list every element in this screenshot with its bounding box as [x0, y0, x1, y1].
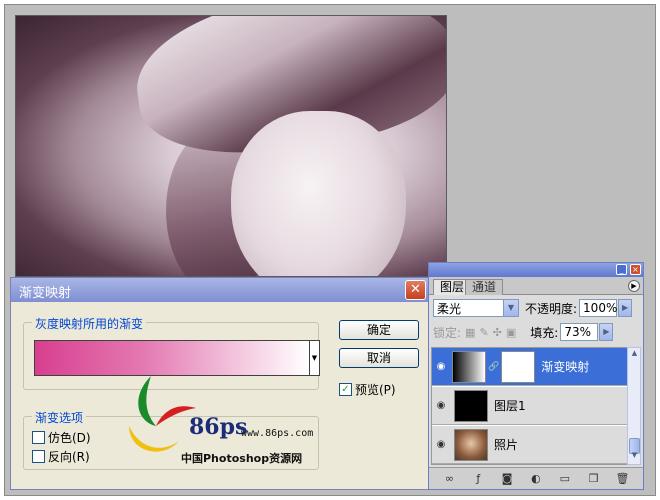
gradient-group-label: 灰度映射所用的渐变 [32, 315, 147, 332]
lock-row: 锁定: ▦ ✎ ✣ ▣ 填充: 73% ▶ [433, 323, 614, 341]
scroll-down-icon[interactable]: ▼ [629, 451, 640, 463]
close-icon[interactable]: × [630, 264, 641, 275]
fill-slider-arrow-icon[interactable]: ▶ [599, 323, 614, 341]
panel-menu-icon[interactable]: ▶ [628, 280, 640, 292]
lock-label: 锁定: [433, 325, 462, 340]
lock-all-icon[interactable]: ▣ [506, 326, 516, 339]
panel-tabs: 图层 通道 ▶ [429, 277, 643, 295]
watermark-caption: 中国Photoshop资源网 [181, 452, 303, 465]
layer-row[interactable]: ◉ 图层1 [432, 387, 628, 425]
watermark: 86ps www.86ps.com 中国Photoshop资源网 [121, 366, 331, 466]
layers-footer: ∞ ƒ ◙ ◐ ▭ ❐ 🗑 [429, 467, 643, 489]
lock-move-icon[interactable]: ✣ [493, 326, 502, 339]
layer-mask-thumbnail[interactable] [501, 350, 536, 383]
photo-thumbnail [454, 428, 488, 461]
cancel-button[interactable]: 取消 [339, 348, 419, 368]
layers-list: ◉ 🔗 渐变映射 ◉ 图层1 ◉ 照片 [431, 347, 629, 465]
fill-input[interactable]: 73% [560, 323, 599, 341]
dither-label: 仿色(D) [48, 431, 91, 445]
reverse-checkbox-row[interactable]: 反向(R) [32, 448, 90, 465]
opacity-label: 不透明度: [525, 301, 578, 316]
layer-name: 渐变映射 [541, 360, 590, 374]
layers-panel: _ × 图层 通道 ▶ 柔光 ▼ 不透明度: 100% ▶ 锁定: ▦ ✎ ✣ … [428, 262, 644, 490]
layer-thumbnail [454, 389, 488, 422]
close-icon[interactable]: ✕ [405, 280, 426, 300]
fx-icon[interactable]: ƒ [471, 471, 486, 486]
scroll-up-icon[interactable]: ▲ [629, 349, 640, 361]
reverse-checkbox[interactable] [32, 450, 45, 463]
blend-row: 柔光 ▼ 不透明度: 100% ▶ [433, 299, 633, 317]
dither-checkbox-row[interactable]: 仿色(D) [32, 429, 91, 446]
layer-row[interactable]: ◉ 🔗 渐变映射 [432, 348, 628, 386]
eye-icon[interactable]: ◉ [432, 439, 450, 450]
eye-icon[interactable]: ◉ [432, 361, 450, 372]
watermark-logo-text: 86ps [189, 414, 248, 440]
group-icon[interactable]: ▭ [557, 471, 572, 486]
layer-row[interactable]: ◉ 照片 [432, 426, 628, 464]
fill-value: 73% [564, 325, 592, 339]
fill-label: 填充: [530, 325, 559, 340]
chain-link-icon[interactable]: 🔗 [488, 362, 499, 372]
minimize-icon[interactable]: _ [616, 264, 627, 275]
photo-face [231, 111, 406, 276]
eye-icon[interactable]: ◉ [432, 400, 450, 411]
link-icon[interactable]: ∞ [442, 471, 457, 486]
image-canvas[interactable] [15, 15, 447, 277]
reverse-label: 反向(R) [48, 450, 90, 464]
lock-brush-icon[interactable]: ✎ [479, 326, 488, 339]
layers-scrollbar[interactable]: ▲ ▼ [627, 347, 641, 465]
ok-button[interactable]: 确定 [339, 320, 419, 340]
gradient-adjustment-thumbnail [452, 350, 486, 383]
panel-title-bar[interactable]: _ × [429, 263, 643, 277]
dither-checkbox[interactable] [32, 431, 45, 444]
preview-label: 预览(P) [355, 383, 396, 397]
opacity-input[interactable]: 100% [579, 299, 617, 317]
chevron-down-icon[interactable]: ▼ [503, 300, 518, 316]
dialog-title-bar[interactable]: 渐变映射 ✕ [11, 278, 429, 302]
preview-checkbox-row[interactable]: ✓ 预览(P) [339, 381, 396, 398]
lock-icons: ▦ ✎ ✣ ▣ [465, 326, 516, 339]
watermark-url: www.86ps.com [241, 428, 314, 439]
new-layer-icon[interactable]: ❐ [586, 471, 601, 486]
options-group-label: 渐变选项 [32, 409, 87, 426]
adjustment-icon[interactable]: ◐ [528, 471, 543, 486]
dialog-title: 渐变映射 [19, 286, 72, 301]
blend-mode-select[interactable]: 柔光 ▼ [433, 299, 519, 317]
tab-channels[interactable]: 通道 [465, 279, 504, 295]
gradient-map-dialog: 渐变映射 ✕ 灰度映射所用的渐变 ▼ 确定 取消 ✓ 预览(P) 渐变选项 仿色… [10, 277, 430, 490]
lock-transparency-icon[interactable]: ▦ [465, 326, 475, 339]
opacity-value: 100% [583, 301, 618, 315]
opacity-slider-arrow-icon[interactable]: ▶ [618, 299, 633, 317]
mask-icon[interactable]: ◙ [500, 471, 515, 486]
layer-name: 照片 [494, 438, 519, 452]
trash-icon[interactable]: 🗑 [615, 471, 630, 486]
preview-checkbox[interactable]: ✓ [339, 383, 352, 396]
blend-mode-value: 柔光 [437, 301, 462, 316]
layer-name: 图层1 [494, 399, 526, 413]
